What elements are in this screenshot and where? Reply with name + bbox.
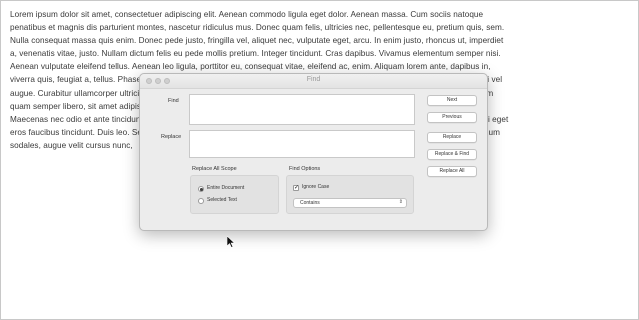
entire-document-label[interactable]: Entire Document (207, 185, 244, 191)
document-line: penatibus et magnis dis parturient monte… (10, 23, 505, 33)
document-line: Nulla consequat massa quis enim. Donec p… (10, 36, 504, 46)
document-line: Lorem ipsum dolor sit amet, consectetuer… (10, 10, 484, 19)
selected-text-label[interactable]: Selected Text (207, 197, 237, 203)
replace-all-button[interactable]: Replace All (427, 166, 477, 177)
replace-and-find-button[interactable]: Replace & Find (427, 149, 477, 160)
replace-label: Replace (161, 134, 182, 140)
entire-document-radio[interactable] (198, 186, 204, 192)
mouse-pointer-icon (227, 236, 235, 248)
match-mode-value: Contains (300, 200, 320, 206)
previous-button[interactable]: Previous (427, 112, 477, 123)
next-button[interactable]: Next (427, 95, 477, 106)
panel-titlebar[interactable]: Find (140, 74, 487, 89)
find-field[interactable] (189, 94, 415, 125)
match-mode-select[interactable]: Contains ⇕ (293, 198, 407, 208)
replace-field[interactable] (189, 130, 415, 158)
find-options-group: ✓ Ignore Case Contains ⇕ (286, 175, 414, 214)
ignore-case-checkbox[interactable]: ✓ (293, 185, 299, 191)
find-label: Find (168, 98, 179, 104)
replace-all-scope-group: Entire Document Selected Text (190, 175, 279, 214)
find-panel: Find Find Replace Next Previous Replace … (139, 73, 488, 231)
chevron-updown-icon: ⇕ (398, 199, 403, 205)
replace-button[interactable]: Replace (427, 132, 477, 143)
replace-all-scope-label: Replace All Scope (192, 166, 237, 172)
ignore-case-label[interactable]: Ignore Case (302, 184, 329, 190)
find-options-label: Find Options (289, 166, 321, 172)
selected-text-radio[interactable] (198, 198, 204, 204)
document-line: Aenean vulputate eleifend tellus. Aenean… (10, 62, 491, 72)
panel-title: Find (306, 76, 321, 83)
document-line: a, venenatis vitae, justo. Nullam dictum… (10, 49, 501, 59)
